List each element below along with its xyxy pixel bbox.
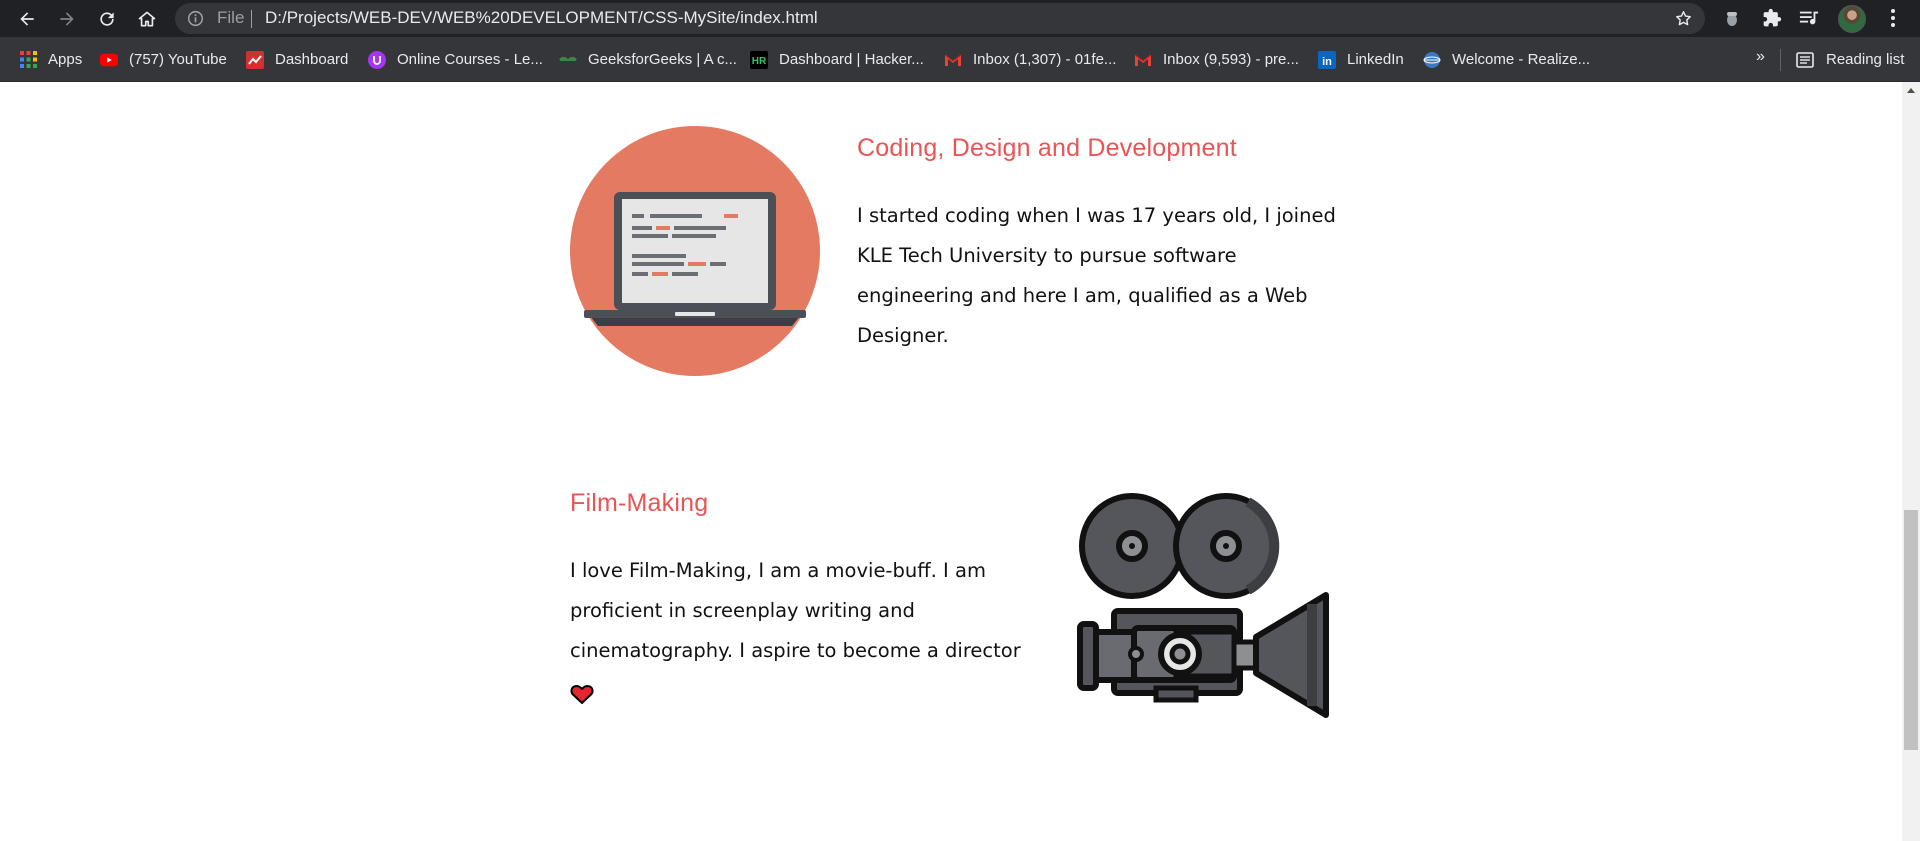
profile-avatar[interactable]: [1838, 5, 1866, 33]
heart-icon: [570, 684, 594, 704]
bookmark-label: GeeksforGeeks | A c...: [588, 51, 737, 68]
omnibox-divider: [251, 10, 252, 28]
bookmark-label: Apps: [48, 51, 83, 68]
bookmark-apps[interactable]: Apps: [19, 37, 82, 82]
dashboard-icon: [246, 50, 264, 69]
reading-list-label: Reading list: [1826, 51, 1905, 68]
skill-text-film: I love Film-Making, I am a movie-buff. I…: [570, 551, 1042, 711]
bookmark-gmail-1[interactable]: Inbox (1,307) - 01fe...: [944, 37, 1116, 82]
bookmarks-bar: Apps (757) YouTube Dashboard Online Cour…: [0, 37, 1920, 82]
file-label: File: [217, 8, 245, 27]
gmail-icon: [1134, 51, 1152, 69]
globe-icon: [1423, 51, 1441, 69]
reload-icon: [100, 12, 114, 26]
acorn-extension-icon: [1727, 12, 1737, 26]
bookmark-label: Inbox (1,307) - 01fe...: [973, 51, 1117, 68]
reload-button[interactable]: [92, 4, 122, 34]
bookmark-label: Welcome - Realize...: [1452, 51, 1591, 68]
back-button[interactable]: [12, 4, 42, 34]
bookmark-youtube[interactable]: (757) YouTube: [100, 37, 227, 82]
hackerrank-icon: HR: [750, 50, 768, 69]
extension-icon[interactable]: [1721, 7, 1743, 29]
bookmark-gmail-2[interactable]: Inbox (9,593) - pre...: [1134, 37, 1299, 82]
bookmark-label: LinkedIn: [1347, 51, 1404, 68]
forward-arrow-icon: [60, 12, 74, 26]
browser-toolbar: File D:/Projects/WEB-DEV/WEB%20DEVELOPME…: [0, 0, 1920, 37]
skill-title-coding: Coding, Design and Development: [857, 134, 1237, 162]
playlist-icon: [1799, 11, 1819, 25]
udemy-icon: [368, 50, 386, 69]
bookmark-dashboard[interactable]: Dashboard: [246, 37, 348, 82]
skill-title-film: Film-Making: [570, 489, 709, 517]
scrollbar-thumb[interactable]: [1904, 510, 1918, 750]
bookmark-udemy[interactable]: Online Courses - Le...: [368, 37, 543, 82]
bookmark-geeksforgeeks[interactable]: GeeksforGeeks | A c...: [559, 37, 737, 82]
svg-text:HR: HR: [752, 56, 767, 67]
bookmark-label: Dashboard | Hacker...: [779, 51, 924, 68]
film-camera-icon: [1077, 493, 1329, 718]
info-icon[interactable]: [187, 10, 204, 27]
bookmark-star-icon[interactable]: [1674, 9, 1693, 28]
geeksforgeeks-icon: [559, 51, 577, 69]
bookmark-label: (757) YouTube: [129, 51, 227, 68]
bookmark-label: Online Courses - Le...: [397, 51, 543, 68]
reading-list-button[interactable]: Reading list: [1796, 37, 1904, 82]
youtube-icon: [100, 51, 118, 69]
more-bookmarks-button[interactable]: »: [1756, 48, 1765, 66]
address-bar[interactable]: File D:/Projects/WEB-DEV/WEB%20DEVELOPME…: [175, 3, 1705, 34]
skill-text-film-body: I love Film-Making, I am a movie-buff. I…: [570, 559, 1021, 662]
bookmark-linkedin[interactable]: in LinkedIn: [1318, 37, 1404, 82]
linkedin-icon: in: [1318, 50, 1336, 69]
bookmark-realize[interactable]: Welcome - Realize...: [1423, 37, 1590, 82]
bookmark-label: Dashboard: [275, 51, 349, 68]
puzzle-icon: [1763, 8, 1782, 27]
bookmarks-divider: [1780, 49, 1781, 71]
scroll-up-arrow-icon[interactable]: [1907, 88, 1915, 93]
apps-grid-icon: [19, 51, 37, 69]
url-text[interactable]: D:/Projects/WEB-DEV/WEB%20DEVELOPMENT/CS…: [265, 8, 818, 28]
forward-button[interactable]: [52, 4, 82, 34]
back-arrow-icon: [20, 12, 34, 26]
bookmark-label: Inbox (9,593) - pre...: [1163, 51, 1299, 68]
media-control-button[interactable]: [1798, 7, 1820, 29]
skill-text-coding: I started coding when I was 17 years old…: [857, 204, 1336, 347]
laptop-icon: [570, 126, 820, 376]
gmail-icon: [944, 51, 962, 69]
home-button[interactable]: [132, 4, 162, 34]
bookmark-hackerrank[interactable]: HR Dashboard | Hacker...: [750, 37, 924, 82]
reading-list-icon: [1796, 51, 1814, 69]
home-icon: [138, 11, 156, 27]
extensions-button[interactable]: [1761, 7, 1783, 29]
menu-button[interactable]: [1882, 7, 1904, 29]
svg-text:in: in: [1322, 56, 1332, 68]
kebab-menu-icon: [1891, 9, 1895, 27]
